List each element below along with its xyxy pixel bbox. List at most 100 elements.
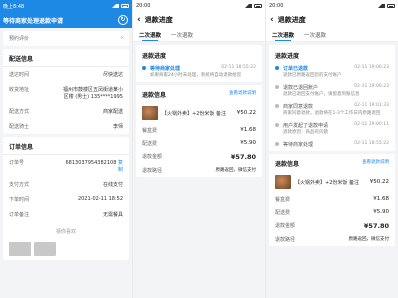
progress-step: 退款已退回账户 02-11 19:06:23 退款已退回支付账户，请留意到账信息	[269, 82, 395, 101]
delivery-fee-value: ¥5.90	[240, 140, 256, 146]
battery-icon	[387, 4, 395, 8]
progress-step: 等待商家处理 02-11 18:55:22	[269, 139, 395, 151]
back-icon[interactable]: ‹	[270, 15, 274, 25]
refund-total-label: 退款金额	[142, 154, 163, 160]
step-title: 用户发起了退款申请	[283, 123, 329, 129]
progress-card: 退款进度 等待商家处理 02-11 18:55:22 如果商家24小时未处理，系统…	[136, 45, 262, 82]
progress-title: 退款进度	[275, 53, 300, 60]
order-detail-screen: 晚上8:48 等待商家处理退款申请 ↻ 预约评价 › 配送信息 送达时间 尽快送…	[0, 0, 132, 298]
order-row: 下单时间 2021-02-11 18:52	[3, 192, 129, 207]
tab-first-refund[interactable]: 一次退款	[171, 31, 193, 41]
status-bar: 20:00	[266, 0, 398, 12]
box-fee-label: 餐盒费	[142, 128, 158, 134]
refund-total-label: 退款金额	[275, 223, 296, 229]
tab-second-refund[interactable]: 二次退款	[272, 31, 294, 41]
status-bar: 晚上8:48	[0, 0, 132, 12]
step-dot-icon	[275, 104, 279, 108]
rating-label: 预约评价	[9, 36, 30, 42]
delivery-fee-label: 配送费	[275, 210, 291, 216]
step-time: 02-11 18:55:22	[354, 141, 389, 146]
step-dot-icon	[142, 66, 146, 70]
step-time: 02-11 19:06:23	[354, 65, 389, 70]
battery-icon	[121, 4, 129, 8]
delivery-row: 收货地址 福州市鼓楼区五凤街道某小区楼 (男士) 135****1995	[3, 82, 129, 104]
payment-value: 在线支付	[102, 182, 123, 188]
refund-route-label: 退款路径	[275, 237, 296, 243]
goods-price: ¥50.22	[236, 110, 256, 116]
step-title: 等待商家处理	[283, 142, 314, 148]
chevron-right-icon: ›	[121, 35, 123, 41]
rating-card: 预约评价 ›	[3, 31, 129, 46]
refresh-icon[interactable]: ↻	[118, 15, 128, 25]
goods-image	[275, 175, 291, 189]
step-time: 02-11 19:06:23	[354, 84, 389, 89]
refund-total-value: ¥57.80	[363, 222, 389, 230]
step-desc: 商家同意退款，退款将在1-3个工作日内原路退回	[283, 111, 381, 116]
status-time: 晚上8:48	[3, 3, 25, 10]
box-fee-label: 餐盒费	[275, 197, 291, 203]
address-label: 收货地址	[9, 87, 30, 93]
back-icon[interactable]: ‹	[137, 15, 141, 25]
screenshot-collage: 晚上8:48 等待商家处理退款申请 ↻ 预约评价 › 配送信息 送达时间 尽快送…	[0, 0, 398, 298]
delivery-time-value: 尽快送达	[102, 72, 123, 78]
status-time: 20:00	[136, 3, 151, 9]
battery-icon	[254, 4, 262, 8]
recommend-thumbnail[interactable]	[9, 242, 31, 256]
step-desc: 退款已原路返回您的支付账户	[283, 73, 342, 78]
step-dot-icon	[275, 142, 279, 146]
progress-step: 订单已退款 02-11 19:06:23 退款已原路返回您的支付账户	[269, 63, 395, 82]
step-dot-icon	[275, 123, 279, 127]
box-fee-value: ¥1.68	[240, 127, 256, 133]
refund-total-row: 退款金额 ¥57.80	[136, 150, 262, 164]
delivery-row: 配送骑士 李师	[3, 119, 129, 134]
money-row: 配送费 ¥5.90	[136, 137, 262, 150]
refund-info-card: 退款信息 查看退款说明 【火锅外卖】+2份米饭 备注 ¥50.22 餐盒费 ¥1.6…	[136, 85, 262, 177]
order-time-label: 下单时间	[9, 197, 30, 203]
recommend-thumbnail[interactable]	[34, 242, 56, 256]
refund-info-title: 退款信息	[142, 92, 167, 99]
recommend-thumbnails	[3, 238, 129, 260]
refund-tabs: 二次退款 一次退款	[133, 28, 265, 42]
refund-route-value: 原路返回，微信支付	[215, 168, 257, 173]
copy-button[interactable]: 复制	[118, 160, 123, 173]
delivery-method-label: 配送方式	[9, 109, 30, 115]
refund-info-link[interactable]: 查看退款说明	[362, 159, 389, 168]
tab-second-refund[interactable]: 二次退款	[139, 31, 161, 41]
step-dot-icon	[275, 85, 279, 89]
refund-info-card: 退款信息 查看退款说明 【火锅外卖】+2份米饭 备注 ¥50.22 餐盒费 ¥1.6…	[269, 154, 395, 246]
order-row: 订单号 6813037954382108 复制	[3, 155, 129, 177]
nav-bar: ‹ 退款进度	[133, 12, 265, 28]
refund-info-link[interactable]: 查看退款说明	[229, 90, 256, 99]
page-title: 退款进度	[277, 16, 306, 24]
page-title: 退款进度	[144, 16, 173, 24]
refund-progress-screen-pending: 20:00 ‹ 退款进度 二次退款 一次退款 退款进度 等待商家处理 02-11 …	[133, 0, 265, 298]
rating-row[interactable]: 预约评价 ›	[3, 31, 129, 46]
order-row: 订单备注 无需餐具	[3, 207, 129, 222]
nav-bar: ‹ 退款进度	[266, 12, 398, 28]
tab-first-refund[interactable]: 一次退款	[304, 31, 326, 41]
refund-progress-screen-complete: 20:00 ‹ 退款进度 二次退款 一次退款 退款进度 订单已退款 02-11 1…	[266, 0, 398, 298]
goods-name: 【火锅外卖】+2份米饭	[295, 179, 348, 186]
progress-step: 用户发起了退款申请 02-11 19:00:11 退款原因：商品有问题	[269, 120, 395, 139]
rider-value: 李师	[112, 124, 123, 130]
signal-icon	[245, 4, 252, 8]
refund-route-row: 退款路径 原路返回，微信支付	[269, 233, 395, 246]
delivery-fee-label: 配送费	[142, 141, 158, 147]
step-desc: 退款已退回支付账户，请留意到账信息	[283, 92, 360, 97]
progress-card: 退款进度 订单已退款 02-11 19:06:23 退款已原路返回您的支付账户 退…	[269, 45, 395, 151]
box-fee-value: ¥1.68	[373, 196, 389, 202]
step-dot-icon	[275, 66, 279, 70]
goods-row: 【火锅外卖】+2份米饭 备注 ¥50.22	[269, 171, 395, 193]
order-info-card: 订单信息 订单号 6813037954382108 复制 支付方式 在线支付 下…	[3, 137, 129, 260]
progress-title: 退款进度	[142, 53, 167, 60]
delivery-info-card: 配送信息 送达时间 尽快送达 收货地址 福州市鼓楼区五凤街道某小区楼 (男士) …	[3, 49, 129, 134]
refund-tabs: 二次退款 一次退款	[266, 28, 398, 42]
refund-route-row: 退款路径 原路返回，微信支付	[136, 164, 262, 177]
address-value: 福州市鼓楼区五凤街道某小区楼 (男士) 135****1995	[62, 87, 123, 100]
step-desc: 如果商家24小时未处理，系统将自动退款给您	[150, 73, 242, 78]
step-title: 订单已退款	[283, 66, 309, 72]
step-title: 等待商家处理	[150, 66, 181, 72]
order-row: 支付方式 在线支付	[3, 177, 129, 192]
delivery-fee-value: ¥5.90	[373, 209, 389, 215]
order-time-value: 2021-02-11 18:52	[77, 196, 123, 202]
